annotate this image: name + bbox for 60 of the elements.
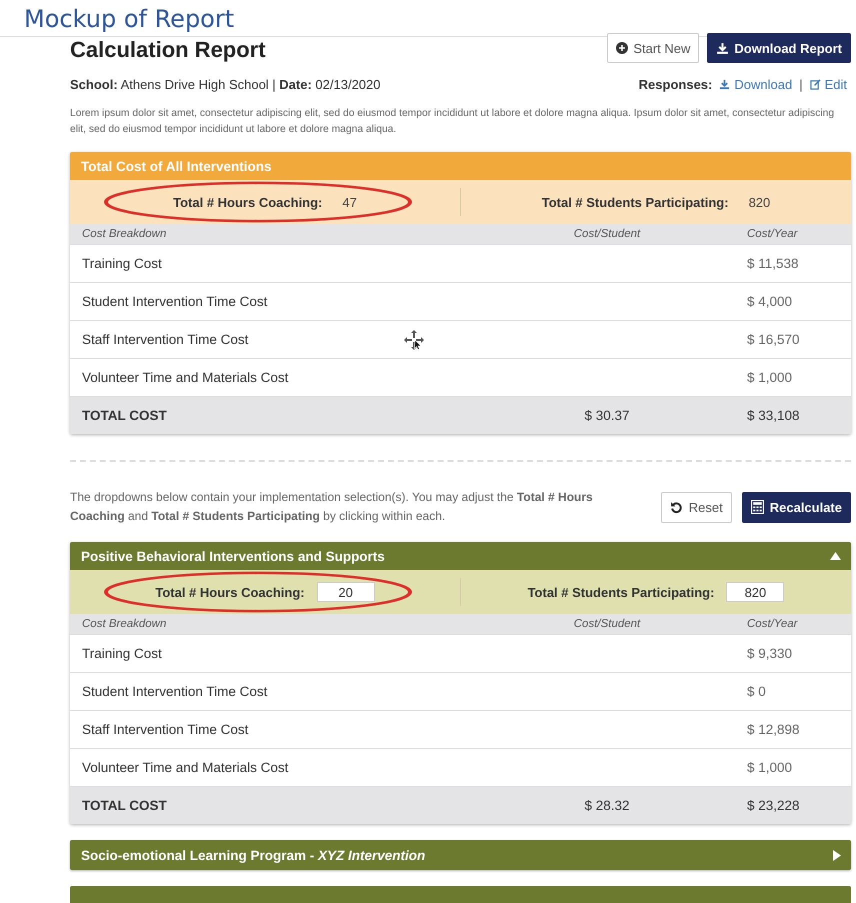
- move-cursor-icon: [403, 329, 425, 351]
- cost-value: $ 4,000: [746, 294, 794, 309]
- section-header: Total Cost of All Interventions: [70, 152, 851, 180]
- cost-value: $ 16,570: [746, 332, 801, 347]
- responses-label: Responses:: [638, 77, 712, 92]
- recalculate-button[interactable]: Recalculate: [742, 492, 851, 522]
- cost-label: Volunteer Time and Materials Cost: [82, 760, 288, 775]
- column-header: Cost/Year: [746, 228, 799, 240]
- total-value: $ 28.32: [583, 798, 631, 813]
- total-value: $ 30.37: [583, 408, 631, 423]
- cost-value: $ 12,898: [746, 722, 801, 737]
- column-header: Cost/Student: [572, 618, 642, 630]
- reset-button[interactable]: Reset: [660, 492, 732, 522]
- instructions-text: The dropdowns below contain your implementation selection(s). You may adjust the Total # Hours Coaching and Total # Students Participating by clicking within each.: [70, 489, 594, 525]
- section-header[interactable]: Positive Behavioral Interventions and Supports: [70, 542, 851, 570]
- cost-label: Staff Intervention Time Cost: [82, 722, 248, 737]
- edit-link[interactable]: Edit: [810, 77, 847, 92]
- column-header: Cost/Student: [572, 228, 642, 240]
- download-icon: [719, 79, 730, 90]
- start-new-button[interactable]: Start New: [607, 33, 700, 63]
- stat-value: 47: [342, 194, 357, 210]
- stat-input[interactable]: 820: [726, 582, 784, 602]
- plus-circle-icon: [616, 42, 628, 54]
- column-header: Cost Breakdown: [82, 618, 168, 630]
- cost-label: Training Cost: [82, 646, 162, 661]
- cost-value: $ 1,000: [746, 370, 794, 385]
- cost-label: Student Intervention Time Cost: [82, 294, 268, 309]
- section-header[interactable]: Socio-emotional Learning Program - XYZ Intervention: [70, 840, 851, 870]
- stat-label: Total # Hours Coaching:: [173, 194, 322, 210]
- report-meta: School: Athens Drive High School | Date: 02/13/2020: [70, 77, 380, 92]
- report-title: Calculation Report: [70, 37, 267, 63]
- download-report-button[interactable]: Download Report: [707, 33, 851, 63]
- stat-value: 820: [748, 194, 770, 210]
- total-label: TOTAL COST: [82, 798, 167, 813]
- separator: |: [799, 77, 803, 92]
- total-value: $ 23,228: [746, 798, 801, 813]
- edit-icon: [810, 79, 821, 90]
- cost-value: $ 9,330: [746, 646, 794, 661]
- cost-value: $ 11,538: [746, 256, 800, 271]
- stat-label: Total # Students Participating:: [528, 584, 714, 600]
- total-label: TOTAL COST: [82, 408, 167, 423]
- cost-label: Staff Intervention Time Cost: [82, 332, 248, 347]
- download-icon: [716, 42, 730, 54]
- calculator-icon: [750, 500, 764, 514]
- cost-label: Training Cost: [82, 256, 162, 271]
- stat-input[interactable]: 20: [316, 582, 375, 602]
- cost-label: Student Intervention Time Cost: [82, 684, 268, 699]
- cost-value: $ 0: [746, 684, 767, 699]
- undo-icon: [670, 500, 683, 514]
- section-header[interactable]: [70, 886, 851, 903]
- column-header: Cost Breakdown: [82, 228, 168, 240]
- cost-label: Volunteer Time and Materials Cost: [82, 370, 288, 385]
- total-value: $ 33,108: [746, 408, 801, 423]
- column-header: Cost/Year: [746, 618, 799, 630]
- download-link[interactable]: Download: [719, 77, 792, 92]
- stat-label: Total # Hours Coaching:: [155, 584, 305, 600]
- stat-label: Total # Students Participating:: [542, 194, 729, 210]
- cost-value: $ 1,000: [746, 760, 794, 775]
- intro-text: Lorem ipsum dolor sit amet, consectetur adipiscing elit, sed do eiusmod tempor incididunt ut labore et dolore magna aliqua. Ipsum dolor sit amet, consectetur adipiscing elit, sed do eiusmod tempor incididunt ut labore et dolore magna aliqua.: [70, 107, 836, 137]
- page-title: Mockup of Report: [24, 4, 236, 35]
